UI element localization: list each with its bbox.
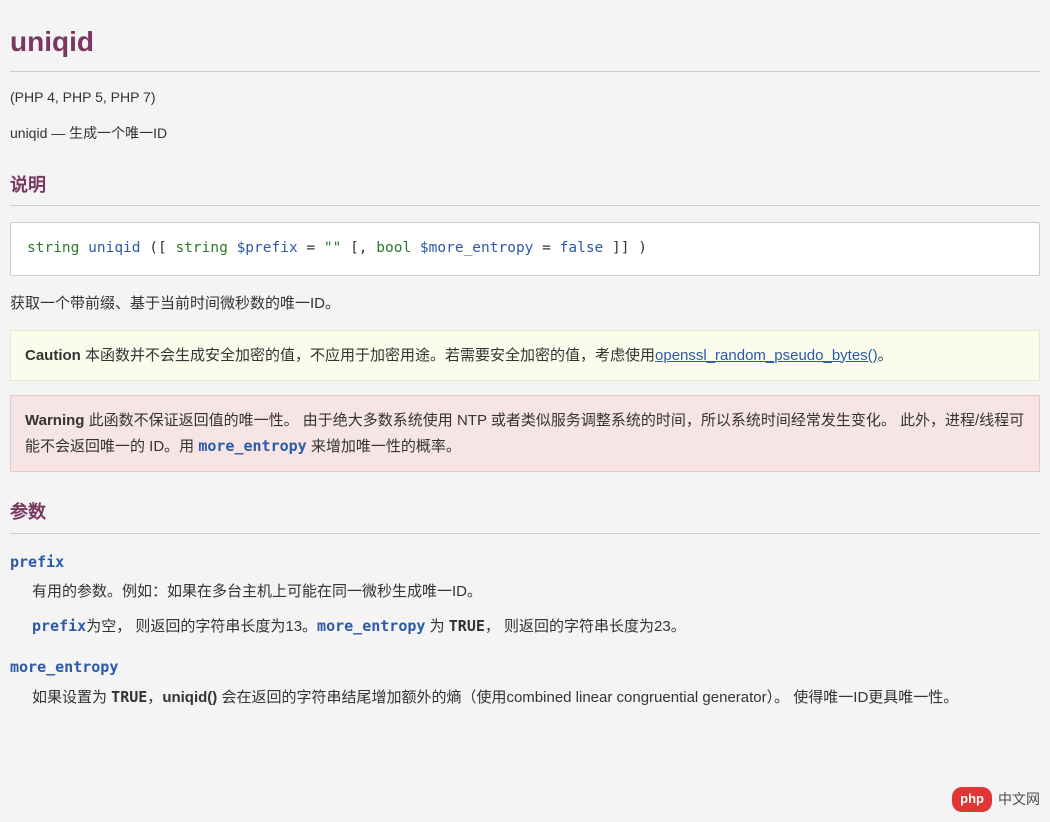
sig-return-type: string bbox=[27, 240, 79, 256]
param-prefix-d2b: 为 bbox=[425, 618, 448, 635]
watermark-text: 中文网 bbox=[998, 788, 1040, 810]
warning-box: Warning 此函数不保证返回值的唯一性。 由于绝大多数系统使用 NTP 或者… bbox=[10, 395, 1040, 472]
sig-p1-var: $prefix bbox=[237, 240, 298, 256]
param-me-t3: 会在返回的字符串结尾增加额外的熵（使用combined linear congr… bbox=[217, 689, 958, 706]
param-prefix-code2: more_entropy bbox=[317, 617, 425, 635]
warning-text-2: 来增加唯一性的概率。 bbox=[307, 438, 461, 455]
function-signature: string uniqid ([ string $prefix = "" [, … bbox=[10, 222, 1040, 275]
param-more-entropy-desc: 如果设置为 TRUE，uniqid() 会在返回的字符串结尾增加额外的熵（使用c… bbox=[32, 685, 1040, 710]
watermark: php 中文网 bbox=[952, 787, 1040, 812]
sig-p1-type: string bbox=[175, 240, 227, 256]
sig-p2-default: false bbox=[560, 240, 604, 256]
watermark-logo: php bbox=[952, 787, 992, 812]
param-prefix-code1: prefix bbox=[32, 617, 86, 635]
param-more-entropy-name: more_entropy bbox=[10, 655, 1040, 679]
sig-p2-eq: = bbox=[533, 240, 559, 256]
sig-mid: [, bbox=[341, 240, 376, 256]
sig-function-name: uniqid bbox=[88, 240, 140, 256]
param-prefix-desc-1: 有用的参数。例如：如果在多台主机上可能在同一微秒生成唯一ID。 bbox=[32, 580, 1040, 604]
php-versions: (PHP 4, PHP 5, PHP 7) bbox=[10, 86, 1040, 108]
sig-close: ]] ) bbox=[603, 240, 647, 256]
section-params-heading: 参数 bbox=[10, 498, 1040, 534]
summary-text: 生成一个唯一ID bbox=[69, 125, 167, 141]
sig-open: ([ bbox=[141, 240, 176, 256]
param-me-const: TRUE bbox=[111, 688, 147, 706]
caution-text: 本函数并不会生成安全加密的值，不应用于加密用途。若需要安全加密的值，考虑使用 bbox=[85, 347, 655, 364]
sig-p2-var: $more_entropy bbox=[420, 240, 534, 256]
param-prefix-d2c: ， 则返回的字符串长度为23。 bbox=[485, 618, 686, 635]
page-title: uniqid bbox=[10, 20, 1040, 72]
function-summary: uniqid — 生成一个唯一ID bbox=[10, 122, 1040, 144]
param-me-t1: 如果设置为 bbox=[32, 689, 111, 706]
caution-label: Caution bbox=[25, 347, 81, 364]
warning-label: Warning bbox=[25, 412, 84, 429]
sig-p1-eq: = bbox=[298, 240, 324, 256]
sig-p1-default: "" bbox=[324, 240, 341, 256]
function-description: 获取一个带前缀、基于当前时间微秒数的唯一ID。 bbox=[10, 292, 1040, 316]
caution-link[interactable]: openssl_random_pseudo_bytes() bbox=[655, 347, 878, 364]
param-prefix-desc-2: prefix为空， 则返回的字符串长度为13。more_entropy 为 TR… bbox=[32, 614, 1040, 639]
param-me-t2: ， bbox=[147, 689, 162, 706]
section-synopsis-heading: 说明 bbox=[10, 171, 1040, 207]
param-prefix-d2a: 为空， 则返回的字符串长度为13。 bbox=[86, 618, 317, 635]
param-prefix-name: prefix bbox=[10, 550, 1040, 574]
summary-sep: — bbox=[47, 125, 69, 141]
summary-fn: uniqid bbox=[10, 125, 47, 141]
sig-p2-type: bool bbox=[376, 240, 411, 256]
parameter-list: prefix 有用的参数。例如：如果在多台主机上可能在同一微秒生成唯一ID。 p… bbox=[10, 550, 1040, 710]
param-prefix-const: TRUE bbox=[449, 617, 485, 635]
warning-code: more_entropy bbox=[198, 437, 306, 455]
warning-text-1: 此函数不保证返回值的唯一性。 由于绝大多数系统使用 NTP 或者类似服务调整系统… bbox=[25, 412, 1024, 455]
caution-tail: 。 bbox=[878, 347, 893, 364]
param-me-fn: uniqid() bbox=[162, 689, 217, 706]
caution-box: Caution 本函数并不会生成安全加密的值，不应用于加密用途。若需要安全加密的… bbox=[10, 330, 1040, 382]
